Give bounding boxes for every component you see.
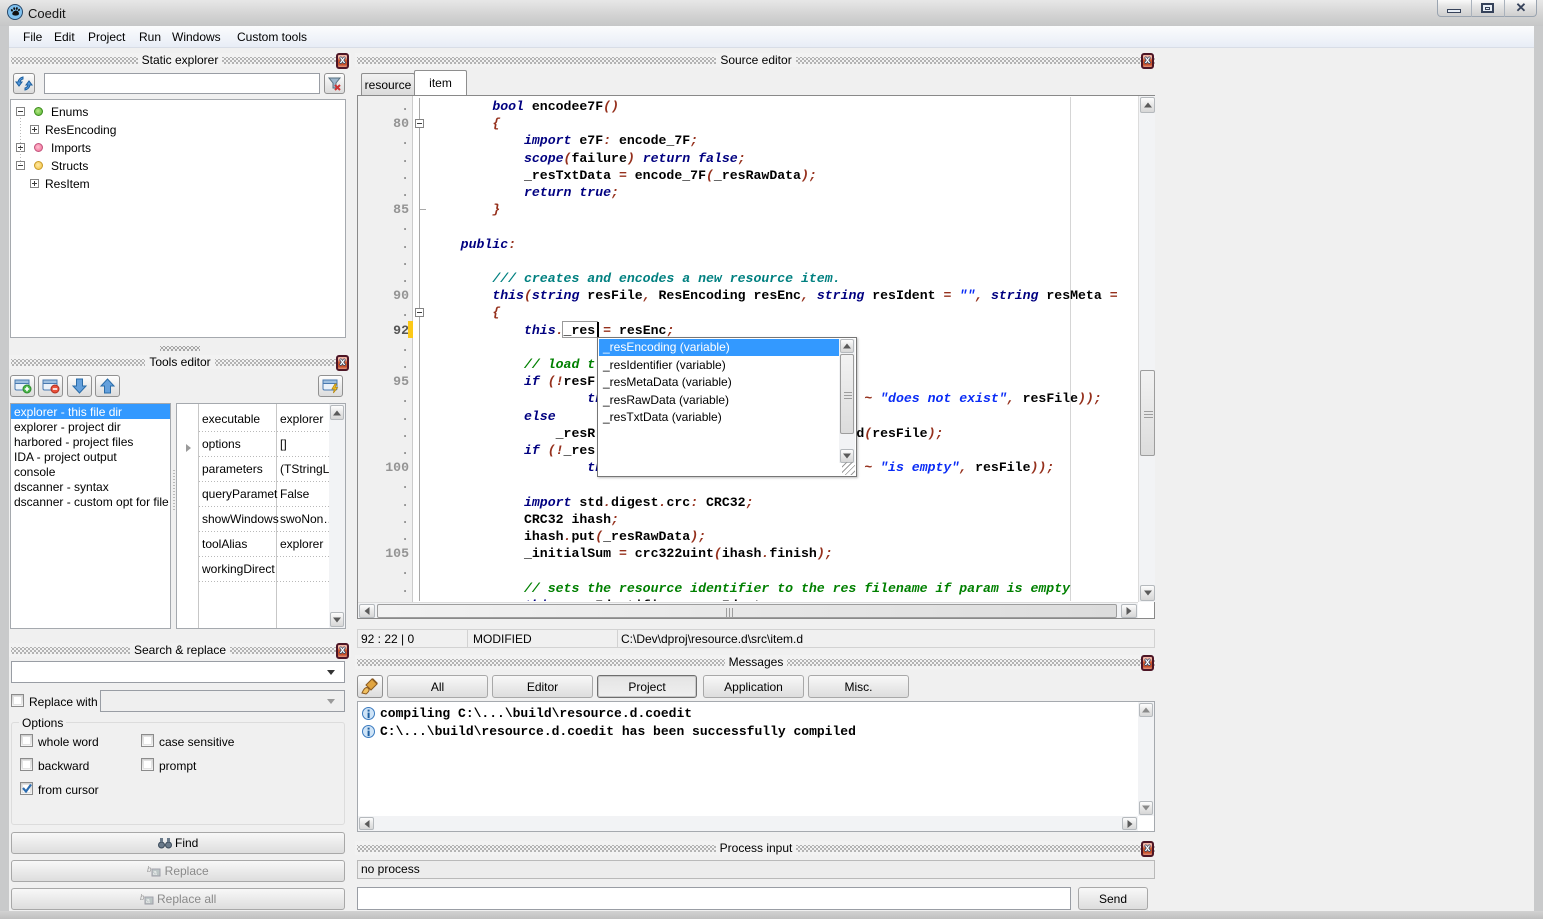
svg-text:a: a	[146, 898, 150, 905]
svg-text:a: a	[153, 870, 157, 877]
svg-text:b: b	[147, 865, 152, 874]
svg-text:b: b	[140, 893, 145, 902]
